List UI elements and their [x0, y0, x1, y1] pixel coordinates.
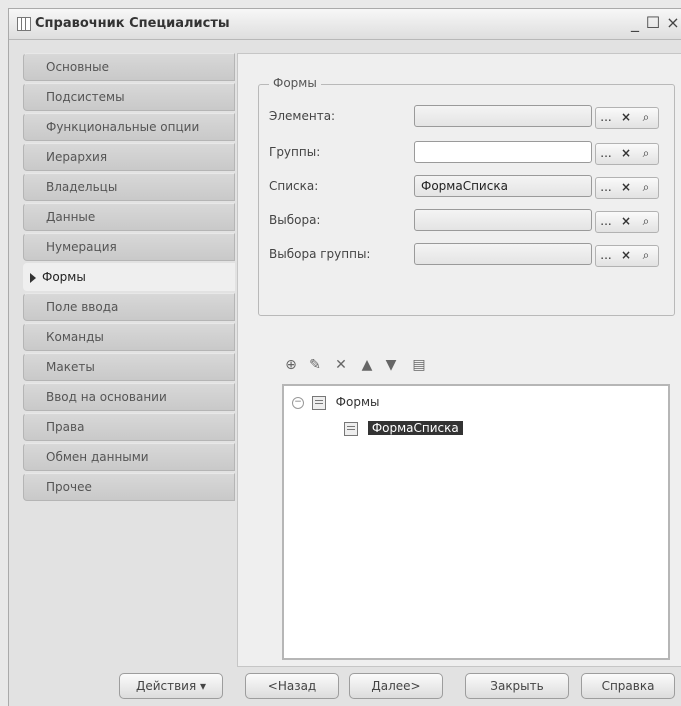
nav-item-pole-vvoda[interactable]: Поле ввода — [23, 293, 235, 321]
nav-item-vladelcy[interactable]: Владельцы — [23, 173, 235, 201]
nav-item-label: Ввод на основании — [46, 390, 167, 404]
clear-icon[interactable]: × — [616, 144, 636, 164]
field-buttons: ... × ⌕ — [595, 143, 659, 165]
element-form-field[interactable] — [414, 105, 592, 127]
nav-item-label: Подсистемы — [46, 90, 125, 104]
nav-item-label: Владельцы — [46, 180, 118, 194]
field-label: Группы: — [269, 145, 321, 159]
nav-item-funkcionalnye-opcii[interactable]: Функциональные опции — [23, 113, 235, 141]
collapse-icon[interactable]: − — [292, 396, 304, 409]
nav-item-label: Обмен данными — [46, 450, 149, 464]
tree-item-label: ФормаСписка — [367, 421, 463, 435]
nav-item-formy[interactable]: Формы — [23, 263, 235, 291]
nav-item-label: Основные — [46, 60, 110, 74]
back-button[interactable]: <Назад — [245, 673, 339, 699]
settings-nav: Основные Подсистемы Функциональные опции… — [23, 53, 235, 503]
field-label: Списка: — [269, 179, 319, 193]
search-icon[interactable]: ⌕ — [636, 212, 656, 232]
current-arrow-icon — [30, 272, 36, 283]
nav-item-label: Поле ввода — [46, 300, 119, 314]
forms-group: Формы Элемента: ... × ⌕ Группы: ... × ⌕ — [258, 76, 675, 316]
choose-button[interactable]: ... — [596, 178, 616, 198]
tree-root[interactable]: − Формы — [292, 392, 379, 412]
nav-item-label: Функциональные опции — [46, 120, 200, 134]
edit-icon[interactable]: ✎ — [306, 356, 324, 374]
nav-item-obmen-dannymi[interactable]: Обмен данными — [23, 443, 235, 471]
nav-item-vvod-na-osnovanii[interactable]: Ввод на основании — [23, 383, 235, 411]
nav-item-numeraciya[interactable]: Нумерация — [23, 233, 235, 261]
clear-icon[interactable]: × — [616, 246, 636, 266]
forms-panel: Формы Элемента: ... × ⌕ Группы: ... × ⌕ — [237, 53, 681, 667]
nav-item-komandy[interactable]: Команды — [23, 323, 235, 351]
open-icon[interactable]: ▤ — [410, 356, 428, 374]
list-form-field[interactable]: ФормаСписка — [414, 175, 592, 197]
help-button[interactable]: Справка — [581, 673, 675, 699]
group-legend: Формы — [269, 76, 321, 90]
tree-item[interactable]: ФормаСписка — [344, 418, 463, 438]
nav-item-ierarhiya[interactable]: Иерархия — [23, 143, 235, 171]
choose-button[interactable]: ... — [596, 108, 616, 128]
button-bar: Действия ▾ <Назад Далее> Закрыть Справка — [9, 673, 681, 703]
move-down-icon[interactable]: ▼ — [382, 356, 400, 374]
nav-item-prava[interactable]: Права — [23, 413, 235, 441]
field-row-element: Элемента: ... × ⌕ — [269, 105, 669, 131]
nav-item-dannye[interactable]: Данные — [23, 203, 235, 231]
field-buttons: ... × ⌕ — [595, 107, 659, 129]
next-button[interactable]: Далее> — [349, 673, 443, 699]
field-row-choice: Выбора: ... × ⌕ — [269, 209, 669, 235]
field-row-group-choice: Выбора группы: ... × ⌕ — [269, 243, 669, 269]
field-buttons: ... × ⌕ — [595, 211, 659, 233]
forms-tree: − Формы ФормаСписка — [282, 384, 670, 660]
form-icon — [344, 421, 358, 436]
choice-form-field[interactable] — [414, 209, 592, 231]
field-label: Выбора группы: — [269, 247, 371, 261]
clear-icon[interactable]: × — [616, 108, 636, 128]
field-label: Элемента: — [269, 109, 336, 123]
title-bar: Справочник Специалисты _ ☐ × — [9, 9, 681, 40]
close-button[interactable]: Закрыть — [465, 673, 569, 699]
nav-item-label: Иерархия — [46, 150, 108, 164]
nav-item-label: Команды — [46, 330, 104, 344]
nav-item-label: Прочее — [46, 480, 92, 494]
nav-item-label: Формы — [42, 270, 86, 284]
window-title: Справочник Специалисты — [35, 16, 230, 31]
clear-icon[interactable]: × — [616, 178, 636, 198]
nav-item-label: Нумерация — [46, 240, 117, 254]
nav-item-prochee[interactable]: Прочее — [23, 473, 235, 501]
search-icon[interactable]: ⌕ — [636, 178, 656, 198]
nav-item-label: Права — [46, 420, 85, 434]
move-up-icon[interactable]: ▲ — [358, 356, 376, 374]
search-icon[interactable]: ⌕ — [636, 246, 656, 266]
nav-item-makety[interactable]: Макеты — [23, 353, 235, 381]
minimize-button[interactable]: _ — [626, 13, 644, 33]
actions-button[interactable]: Действия ▾ — [119, 673, 223, 699]
delete-icon[interactable]: ✕ — [332, 356, 350, 374]
group-form-field[interactable] — [414, 141, 592, 163]
choose-button[interactable]: ... — [596, 246, 616, 266]
nav-item-podsistemy[interactable]: Подсистемы — [23, 83, 235, 111]
field-label: Выбора: — [269, 213, 321, 227]
form-icon — [311, 395, 326, 410]
field-row-group: Группы: ... × ⌕ — [269, 141, 669, 167]
window-icon — [17, 17, 31, 31]
field-buttons: ... × ⌕ — [595, 245, 659, 267]
clear-icon[interactable]: × — [616, 212, 636, 232]
search-icon[interactable]: ⌕ — [636, 144, 656, 164]
group-choice-form-field[interactable] — [414, 243, 592, 265]
window: Справочник Специалисты _ ☐ × Основные По… — [8, 8, 681, 706]
actions-label: Действия — [135, 679, 197, 693]
nav-item-osnovnye[interactable]: Основные — [23, 53, 235, 81]
field-row-list: Списка: ФормаСписка ... × ⌕ — [269, 175, 669, 201]
dropdown-icon: ▾ — [200, 679, 207, 693]
close-window-button[interactable]: × — [664, 13, 681, 33]
choose-button[interactable]: ... — [596, 212, 616, 232]
choose-button[interactable]: ... — [596, 144, 616, 164]
add-icon[interactable]: ⊕ — [282, 356, 300, 374]
search-icon[interactable]: ⌕ — [636, 108, 656, 128]
maximize-button[interactable]: ☐ — [644, 13, 662, 33]
tree-root-label: Формы — [335, 395, 380, 409]
nav-item-label: Макеты — [46, 360, 95, 374]
field-buttons: ... × ⌕ — [595, 177, 659, 199]
nav-item-label: Данные — [46, 210, 96, 224]
